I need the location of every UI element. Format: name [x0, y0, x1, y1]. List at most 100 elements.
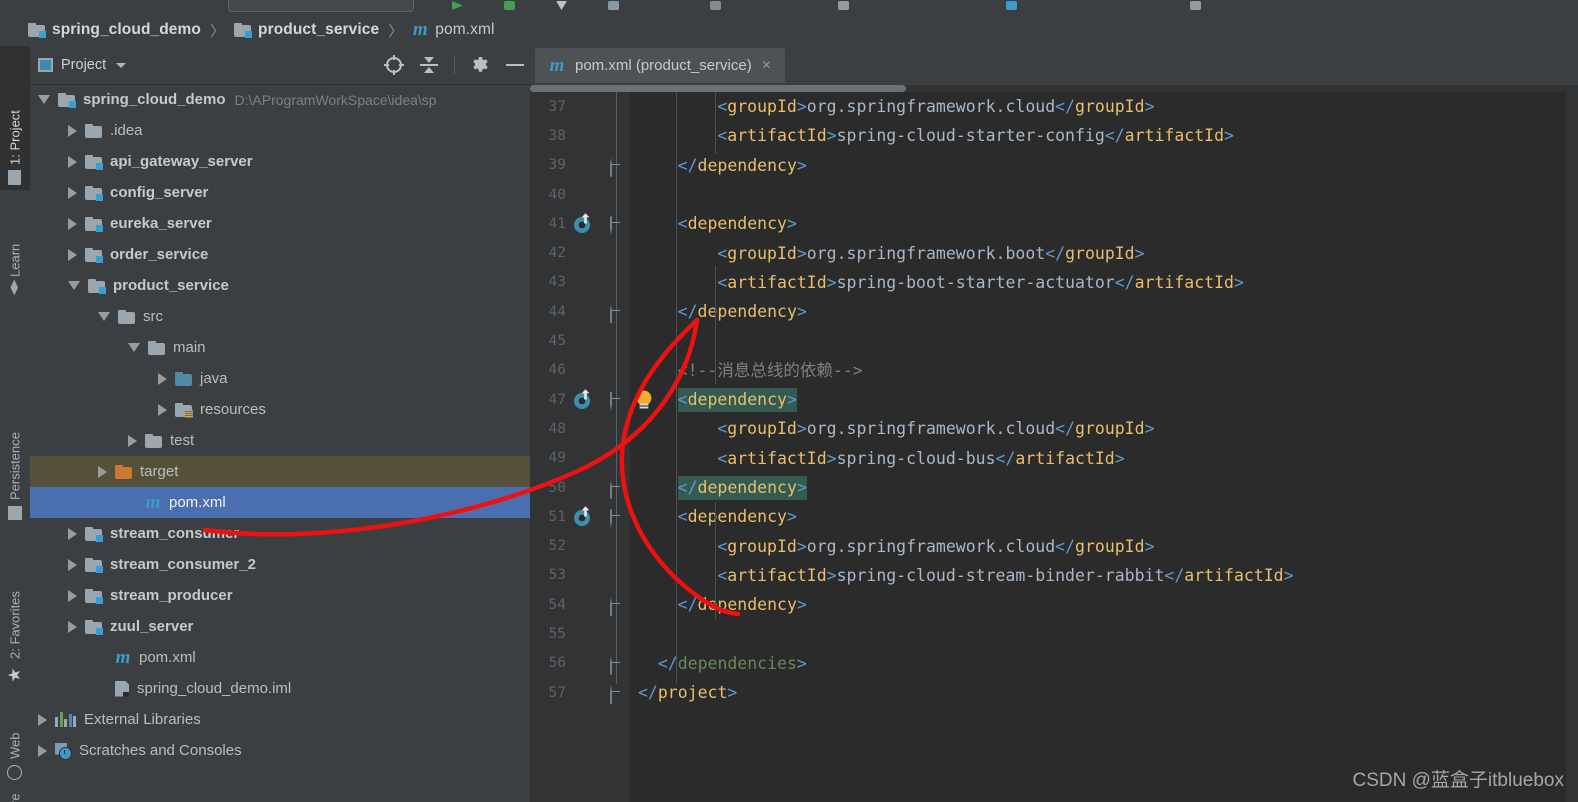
main-toolbar	[0, 0, 1578, 15]
chevron-down-icon[interactable]	[98, 312, 110, 321]
code-content[interactable]: <groupId>org.springframework.cloud</grou…	[638, 92, 1578, 802]
chevron-right-icon[interactable]	[68, 186, 77, 199]
locate-icon[interactable]	[384, 55, 404, 75]
run-button-icon[interactable]	[452, 1, 463, 10]
tree-row[interactable]: zuul_server	[30, 611, 530, 642]
editor-hscroll-thumb[interactable]	[530, 85, 906, 92]
tree-row[interactable]: .idea	[30, 115, 530, 146]
folder-icon	[118, 309, 135, 324]
profiler-button-icon[interactable]	[608, 1, 619, 10]
code-line[interactable]: </dependencies>	[658, 649, 807, 678]
tree-row[interactable]: spring_cloud_demo D:\AProgramWorkSpace\id…	[30, 84, 530, 115]
vcs-update-icon[interactable]	[1006, 1, 1017, 10]
chevron-right-icon[interactable]	[68, 155, 77, 168]
run-configuration-selector[interactable]	[228, 0, 414, 12]
gear-icon[interactable]	[471, 56, 490, 75]
tree-row[interactable]: resources	[30, 394, 530, 425]
chevron-right-icon[interactable]	[128, 434, 137, 447]
tree-row[interactable]: External Libraries	[30, 704, 530, 735]
chevron-down-icon[interactable]	[116, 62, 127, 68]
code-line[interactable]: <dependency>	[677, 388, 797, 412]
line-number: 57	[548, 684, 566, 701]
collapse-all-icon[interactable]	[420, 56, 438, 74]
debug-button-icon[interactable]	[504, 1, 515, 10]
sidebar-item-favorites[interactable]: ★ 2: Favorites	[0, 546, 30, 691]
maven-reimport-icon[interactable]	[572, 389, 594, 416]
code-line[interactable]: <artifactId>spring-boot-starter-actuator…	[717, 268, 1244, 297]
chevron-down-icon[interactable]	[68, 281, 80, 290]
chevron-right-icon[interactable]	[68, 558, 77, 571]
code-line[interactable]: <groupId>org.springframework.cloud</grou…	[717, 532, 1154, 561]
module-folder-icon	[58, 92, 76, 108]
maven-reimport-icon[interactable]	[572, 506, 594, 533]
search-everywhere-icon[interactable]	[838, 1, 849, 10]
code-editor[interactable]: 37 38 39 40 41 42 43 44 45 46 47 48 49 50 51 52 53 54 55 56…	[530, 92, 1578, 802]
chevron-right-icon[interactable]	[68, 527, 77, 540]
chevron-down-icon[interactable]	[128, 343, 140, 352]
chevron-right-icon[interactable]	[68, 248, 77, 261]
chevron-right-icon[interactable]	[98, 465, 107, 478]
close-icon[interactable]: ×	[762, 57, 771, 74]
code-line[interactable]: <groupId>org.springframework.cloud</grou…	[717, 92, 1154, 121]
tree-row[interactable]: Scratches and Consoles	[30, 735, 530, 766]
tree-row[interactable]: java	[30, 363, 530, 394]
editor-marker-strip[interactable]	[1566, 92, 1578, 802]
code-line[interactable]: </dependency>	[678, 297, 807, 326]
module-folder-icon	[234, 23, 252, 38]
sidebar-item-learn[interactable]: Learn	[0, 194, 30, 298]
minimize-icon[interactable]	[506, 64, 524, 66]
chevron-right-icon[interactable]	[38, 713, 47, 726]
code-line[interactable]: <groupId>org.springframework.cloud</grou…	[717, 414, 1154, 443]
tree-row[interactable]: api_gateway_server	[30, 146, 530, 177]
code-token: >	[1144, 536, 1155, 556]
chevron-right-icon[interactable]	[68, 620, 77, 633]
tree-row[interactable]: src	[30, 301, 530, 332]
maven-reimport-icon[interactable]	[572, 213, 594, 240]
code-line[interactable]: <dependency>	[678, 209, 797, 238]
tree-row[interactable]: product_service	[30, 270, 530, 301]
code-line[interactable]: <groupId>org.springframework.boot</group…	[717, 239, 1144, 268]
tree-row-label: stream_consumer	[110, 525, 240, 542]
tree-row[interactable]: m pom.xml	[30, 642, 530, 673]
settings-toolbar-icon[interactable]	[1190, 1, 1201, 10]
code-line[interactable]: </dependency>	[678, 151, 807, 180]
sidebar-item-project[interactable]: 1: Project	[0, 46, 30, 190]
chevron-right-icon[interactable]	[158, 403, 167, 416]
code-line[interactable]: <artifactId>spring-cloud-starter-config<…	[717, 121, 1234, 150]
tree-row[interactable]: stream_consumer	[30, 518, 530, 549]
line-number: 50	[548, 479, 566, 496]
tree-row[interactable]: order_service	[30, 239, 530, 270]
tree-row[interactable]: config_server	[30, 177, 530, 208]
stop-button-icon[interactable]	[710, 1, 721, 10]
tree-row[interactable]: stream_consumer_2	[30, 549, 530, 580]
tree-row[interactable]: spring_cloud_demo.iml	[30, 673, 530, 704]
tree-row[interactable]: main	[30, 332, 530, 363]
tree-row[interactable]: m pom.xml	[30, 487, 530, 518]
tree-row[interactable]: stream_producer	[30, 580, 530, 611]
tree-row[interactable]: target	[30, 456, 530, 487]
breadcrumb-item-file[interactable]: m pom.xml	[412, 20, 495, 39]
sidebar-item-structure[interactable]: structure	[0, 790, 30, 802]
code-line[interactable]: <dependency>	[678, 502, 797, 531]
chevron-right-icon[interactable]	[38, 744, 47, 757]
breadcrumb-item-module[interactable]: product_service	[234, 21, 379, 39]
code-line[interactable]: </project>	[638, 678, 737, 707]
project-tree[interactable]: spring_cloud_demo D:\AProgramWorkSpace\id…	[30, 84, 530, 802]
chevron-right-icon[interactable]	[68, 217, 77, 230]
coverage-button-icon[interactable]	[556, 1, 567, 10]
tree-row[interactable]: test	[30, 425, 530, 456]
tab-pom-xml[interactable]: m pom.xml (product_service) ×	[535, 48, 786, 83]
sidebar-item-web[interactable]: Web	[0, 696, 30, 786]
code-line[interactable]: <!--消息总线的依赖-->	[678, 356, 863, 385]
breadcrumb-item-project[interactable]: spring_cloud_demo	[28, 21, 201, 39]
code-line[interactable]: <artifactId>spring-cloud-stream-binder-r…	[717, 561, 1293, 590]
code-line[interactable]: </dependency>	[677, 475, 807, 500]
sidebar-item-persistence[interactable]: Persistence	[0, 376, 30, 526]
chevron-right-icon[interactable]	[68, 589, 77, 602]
chevron-right-icon[interactable]	[158, 372, 167, 385]
chevron-right-icon[interactable]	[68, 124, 77, 137]
tree-row[interactable]: eureka_server	[30, 208, 530, 239]
chevron-down-icon[interactable]	[38, 95, 50, 104]
code-line[interactable]: </dependency>	[678, 590, 807, 619]
code-line[interactable]: <artifactId>spring-cloud-bus</artifactId…	[717, 444, 1124, 473]
